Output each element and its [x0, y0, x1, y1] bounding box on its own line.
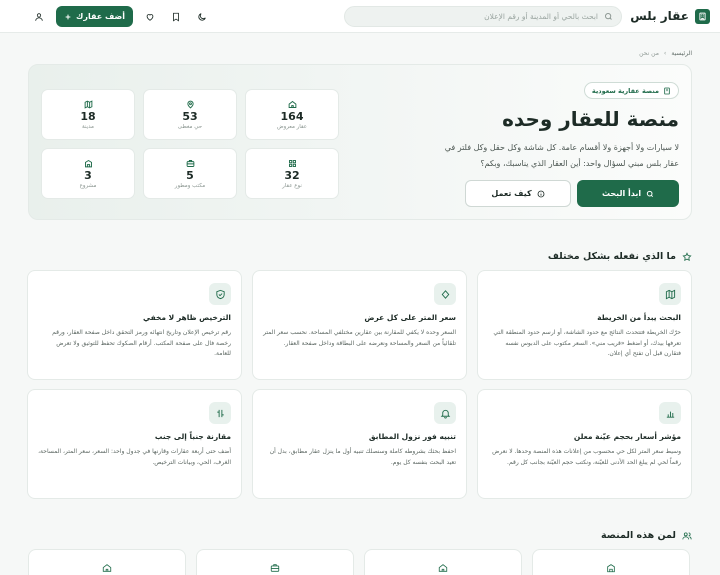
hero-section: منصة عقارية سعودية منصة للعقار وحده لا س… — [28, 64, 692, 220]
map-icon — [659, 283, 681, 305]
home-icon — [438, 563, 448, 575]
diamond-icon — [434, 283, 456, 305]
compare-icon — [209, 402, 231, 424]
start-search-button[interactable]: ابدأ البحث — [577, 180, 679, 207]
stat-value: 3 — [84, 168, 92, 182]
top-navigation-bar: عقار بلس أضف عقارك — [0, 0, 720, 33]
audience-cards — [28, 549, 692, 575]
search-icon — [604, 12, 613, 21]
audience-section-title: لمن هذه المنصة — [601, 530, 692, 541]
search-icon — [646, 190, 654, 198]
bookmark-icon[interactable] — [167, 8, 185, 26]
stat-value: 53 — [182, 109, 198, 123]
audience-card — [28, 549, 186, 575]
feature-description: حرّك الخريطة فتتحدث النتائج مع حدود الشا… — [493, 329, 681, 357]
audience-title-text: لمن هذه المنصة — [601, 530, 676, 541]
feature-card: البحث يبدأ من الخريطة حرّك الخريطة فتتحد… — [477, 270, 692, 380]
stat-listings: 164 عقار معروض — [245, 89, 339, 140]
breadcrumb: الرئيسية › من نحن — [639, 50, 692, 57]
feature-title: تنبيه فور نزول المطابق — [368, 432, 456, 441]
stats-grid: 18 مدينة 53 حي مغطى 164 عقار معروض 3 مشر… — [41, 89, 339, 199]
feature-description: وسيط سعر المتر لكل حي محسوب من إعلانات ه… — [492, 448, 681, 466]
bell-icon — [434, 402, 456, 424]
stat-projects: 3 مشروع — [41, 148, 135, 199]
feature-description: احفظ بحثك بشروطه كاملة وسنصلك تنبيه أول … — [269, 448, 456, 466]
stat-label: عقار معروض — [276, 123, 308, 130]
breadcrumb-separator: › — [663, 50, 667, 57]
briefcase-icon — [186, 159, 195, 168]
plus-icon — [64, 13, 72, 21]
home-icon — [102, 563, 112, 575]
hero-title: منصة للعقار وحده — [502, 107, 679, 131]
moon-icon[interactable] — [193, 8, 211, 26]
brand-logo-icon — [695, 8, 710, 24]
building-icon — [663, 87, 671, 95]
stat-label: مكتب ومطور — [174, 182, 206, 189]
brand[interactable]: عقار بلس — [630, 8, 710, 24]
how-it-works-label: كيف تعمل — [491, 189, 532, 198]
bar-chart-icon — [659, 402, 681, 424]
feature-title: مقارنة جنباً إلى جنب — [154, 432, 231, 441]
building-icon — [84, 159, 93, 168]
star-icon — [682, 251, 692, 262]
add-property-button[interactable]: أضف عقارك — [56, 6, 133, 27]
hero-badge: منصة عقارية سعودية — [583, 82, 679, 99]
feature-card: مؤشر أسعار بحجم عيّنة معلن وسيط سعر المت… — [477, 389, 692, 499]
building-icon — [606, 563, 616, 575]
feature-description: أضف حتى أربعة عقارات وقارنها في جدول واح… — [38, 448, 231, 466]
start-search-label: ابدأ البحث — [601, 189, 642, 198]
stat-value: 5 — [186, 168, 194, 182]
heart-icon[interactable] — [141, 8, 159, 26]
users-icon — [682, 531, 692, 541]
feature-card: سعر المتر على كل عرض السعر وحده لا يكفي … — [252, 270, 467, 380]
feature-description: رقم ترخيص الإعلان وتاريخ انتهائه ورمز ال… — [52, 329, 231, 357]
stat-value: 32 — [284, 168, 300, 182]
map-pin-icon — [186, 100, 195, 109]
feature-title: مؤشر أسعار بحجم عيّنة معلن — [573, 432, 681, 441]
features-section-title: ما الذي نفعله بشكل مختلف — [548, 251, 692, 262]
brand-name: عقار بلس — [630, 9, 689, 23]
stat-offices: 5 مكتب ومطور — [143, 148, 237, 199]
how-it-works-button[interactable]: كيف تعمل — [465, 180, 571, 207]
feature-description: السعر وحده لا يكفي للمقارنة بين عقارين م… — [263, 329, 456, 347]
stat-label: مشروع — [79, 182, 97, 189]
feature-card: مقارنة جنباً إلى جنب أضف حتى أربعة عقارا… — [27, 389, 242, 499]
feature-title: الترخيص ظاهر لا مخفي — [142, 313, 231, 322]
hero-description: لا سيارات ولا أجهزة ولا أقسام عامة. كل ش… — [444, 143, 679, 168]
feature-card: تنبيه فور نزول المطابق احفظ بحثك بشروطه … — [252, 389, 467, 499]
search-input[interactable] — [353, 12, 598, 21]
stat-property-types: 32 نوع عقار — [245, 148, 339, 199]
stat-label: نوع عقار — [282, 182, 302, 189]
features-title-text: ما الذي نفعله بشكل مختلف — [547, 251, 676, 262]
user-icon[interactable] — [30, 8, 48, 26]
stat-label: حي مغطى — [177, 123, 203, 130]
breadcrumb-current: من نحن — [639, 50, 659, 57]
audience-card — [364, 549, 522, 575]
map-icon — [84, 99, 93, 109]
briefcase-icon — [270, 563, 280, 575]
hero-badge-label: منصة عقارية سعودية — [591, 86, 659, 95]
audience-card — [196, 549, 354, 575]
add-property-label: أضف عقارك — [76, 12, 125, 21]
stat-value: 18 — [80, 109, 96, 123]
home-icon — [288, 100, 297, 109]
feature-card: الترخيص ظاهر لا مخفي رقم ترخيص الإعلان و… — [27, 270, 242, 380]
stat-label: مدينة — [82, 123, 94, 130]
stat-value: 164 — [280, 109, 304, 123]
stat-cities: 18 مدينة — [41, 89, 135, 140]
feature-title: البحث يبدأ من الخريطة — [597, 313, 681, 322]
info-icon — [537, 190, 545, 198]
grid-icon — [288, 159, 297, 168]
feature-title: سعر المتر على كل عرض — [364, 313, 456, 322]
stat-neighborhoods: 53 حي مغطى — [143, 89, 237, 140]
features-grid: البحث يبدأ من الخريطة حرّك الخريطة فتتحد… — [27, 270, 692, 499]
shield-check-icon — [209, 283, 231, 305]
audience-card — [532, 549, 690, 575]
search-bar[interactable] — [344, 6, 622, 27]
breadcrumb-home[interactable]: الرئيسية — [671, 50, 692, 57]
